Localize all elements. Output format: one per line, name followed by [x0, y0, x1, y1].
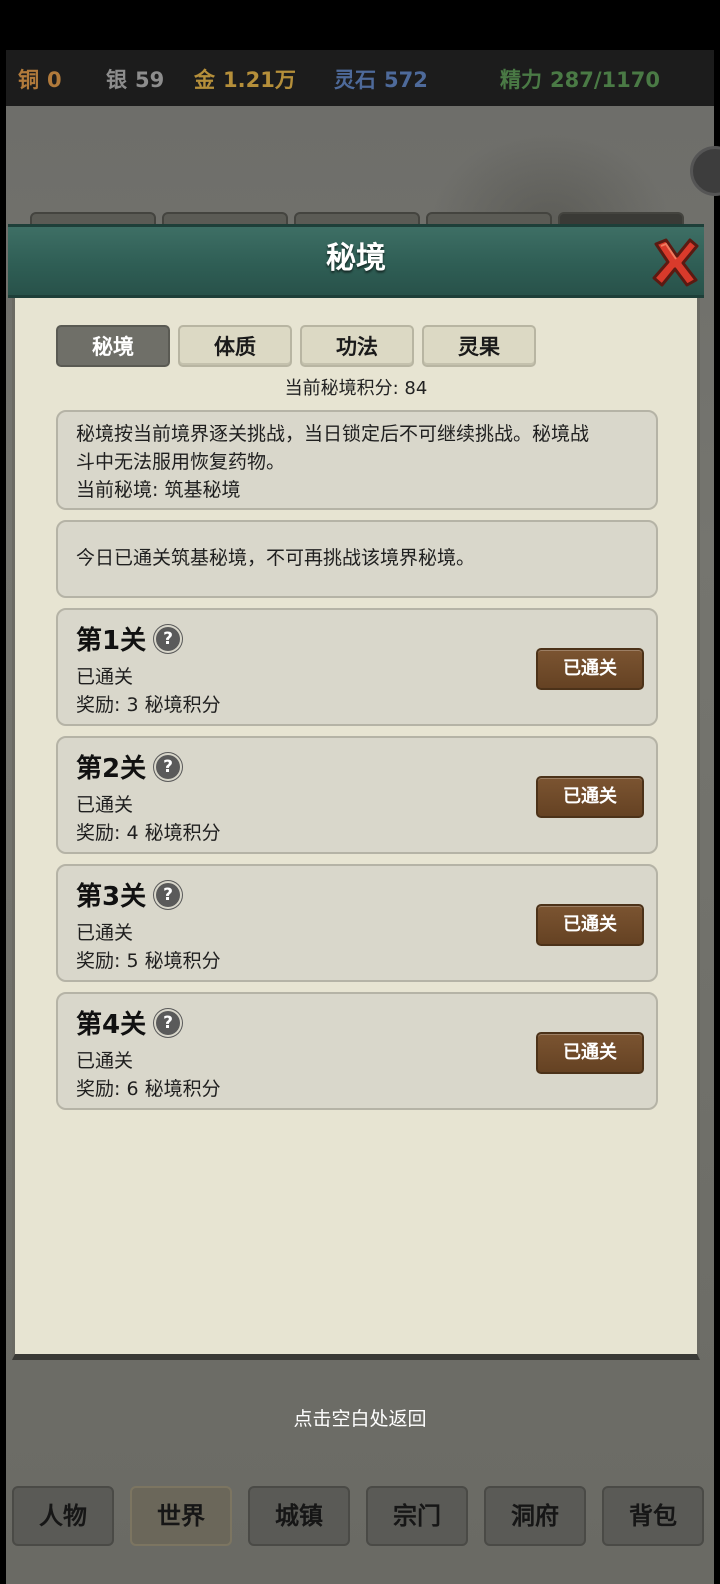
spirit-stone-label: 灵石: [334, 68, 376, 92]
level-title-text: 第3关: [76, 882, 147, 912]
level-cleared-button[interactable]: 已通关: [536, 1032, 644, 1074]
silver-resource: 银 59: [106, 64, 164, 94]
level-card: 第3关 ? 已通关 奖励: 5 秘境积分 已通关: [56, 864, 658, 982]
nav-world[interactable]: 世界: [130, 1486, 232, 1546]
level-title: 第2关 ?: [76, 748, 181, 785]
tab-techniques[interactable]: 功法: [300, 325, 414, 367]
nav-town[interactable]: 城镇: [248, 1486, 350, 1546]
nav-character[interactable]: 人物: [12, 1486, 114, 1546]
current-score: 当前秘境积分: 84: [284, 378, 428, 399]
level-reward: 奖励: 5 秘境积分: [76, 950, 221, 972]
nav-cave[interactable]: 洞府: [484, 1486, 586, 1546]
notice-card: 今日已通关筑基秘境，不可再挑战该境界秘境。: [56, 520, 658, 598]
level-card: 第1关 ? 已通关 奖励: 3 秘境积分 已通关: [56, 608, 658, 726]
tab-spirit-fruit[interactable]: 灵果: [422, 325, 536, 367]
info-line-2: 斗中无法服用恢复药物。: [76, 451, 286, 473]
level-title-text: 第1关: [76, 626, 147, 656]
silver-value: 59: [135, 68, 165, 92]
level-cleared-button[interactable]: 已通关: [536, 648, 644, 690]
level-card: 第2关 ? 已通关 奖励: 4 秘境积分 已通关: [56, 736, 658, 854]
spirit-stone-value: 572: [384, 68, 428, 92]
tab-secret-realm[interactable]: 秘境: [56, 325, 170, 367]
dialog-title: 秘境: [326, 241, 386, 276]
status-bar: [0, 0, 720, 48]
question-circle-icon[interactable]: ?: [156, 1010, 181, 1035]
question-circle-icon[interactable]: ?: [156, 626, 181, 651]
dialog-header: 秘境: [8, 224, 704, 298]
level-title: 第3关 ?: [76, 876, 181, 913]
energy-value: 287/1170: [550, 68, 660, 92]
question-circle-icon[interactable]: ?: [156, 754, 181, 779]
close-button[interactable]: [650, 236, 700, 288]
level-status: 已通关: [76, 922, 134, 944]
level-cleared-button[interactable]: 已通关: [536, 904, 644, 946]
level-reward: 奖励: 4 秘境积分: [76, 822, 221, 844]
copper-resource: 铜0: [18, 64, 62, 94]
level-title-text: 第4关: [76, 1010, 147, 1040]
level-title: 第1关 ?: [76, 620, 181, 657]
level-reward: 奖励: 6 秘境积分: [76, 1078, 221, 1100]
silver-label: 银: [106, 68, 127, 92]
close-x-icon: [652, 238, 699, 287]
question-circle-icon[interactable]: ?: [156, 882, 181, 907]
gold-resource: 金 1.21万: [194, 64, 296, 94]
current-realm: 当前秘境: 筑基秘境: [76, 479, 241, 501]
spirit-stone-resource: 灵石 572: [334, 64, 428, 94]
nav-sect[interactable]: 宗门: [366, 1486, 468, 1546]
level-cleared-button[interactable]: 已通关: [536, 776, 644, 818]
level-status: 已通关: [76, 794, 134, 816]
level-card: 第4关 ? 已通关 奖励: 6 秘境积分 已通关: [56, 992, 658, 1110]
copper-value: 0: [47, 68, 62, 92]
gold-value: 1.21万: [223, 68, 296, 92]
copper-label: 铜: [18, 68, 39, 92]
return-hint[interactable]: 点击空白处返回: [0, 1404, 720, 1431]
energy-label: 精力: [500, 68, 542, 92]
nav-backpack[interactable]: 背包: [602, 1486, 704, 1546]
level-reward: 奖励: 3 秘境积分: [76, 694, 221, 716]
energy-resource: 精力 287/1170: [500, 64, 660, 94]
gold-label: 金: [194, 68, 215, 92]
notice-text: 今日已通关筑基秘境，不可再挑战该境界秘境。: [76, 547, 476, 569]
info-line-1: 秘境按当前境界逐关挑战，当日锁定后不可继续挑战。秘境战: [76, 423, 590, 445]
level-title-text: 第2关: [76, 754, 147, 784]
level-title: 第4关 ?: [76, 1004, 181, 1041]
tab-physique[interactable]: 体质: [178, 325, 292, 367]
level-status: 已通关: [76, 1050, 134, 1072]
level-status: 已通关: [76, 666, 134, 688]
resource-bar: 铜0 银 59 金 1.21万 灵石 572 精力 287/1170: [6, 50, 714, 106]
info-card: 秘境按当前境界逐关挑战，当日锁定后不可继续挑战。秘境战 斗中无法服用恢复药物。 …: [56, 410, 658, 510]
